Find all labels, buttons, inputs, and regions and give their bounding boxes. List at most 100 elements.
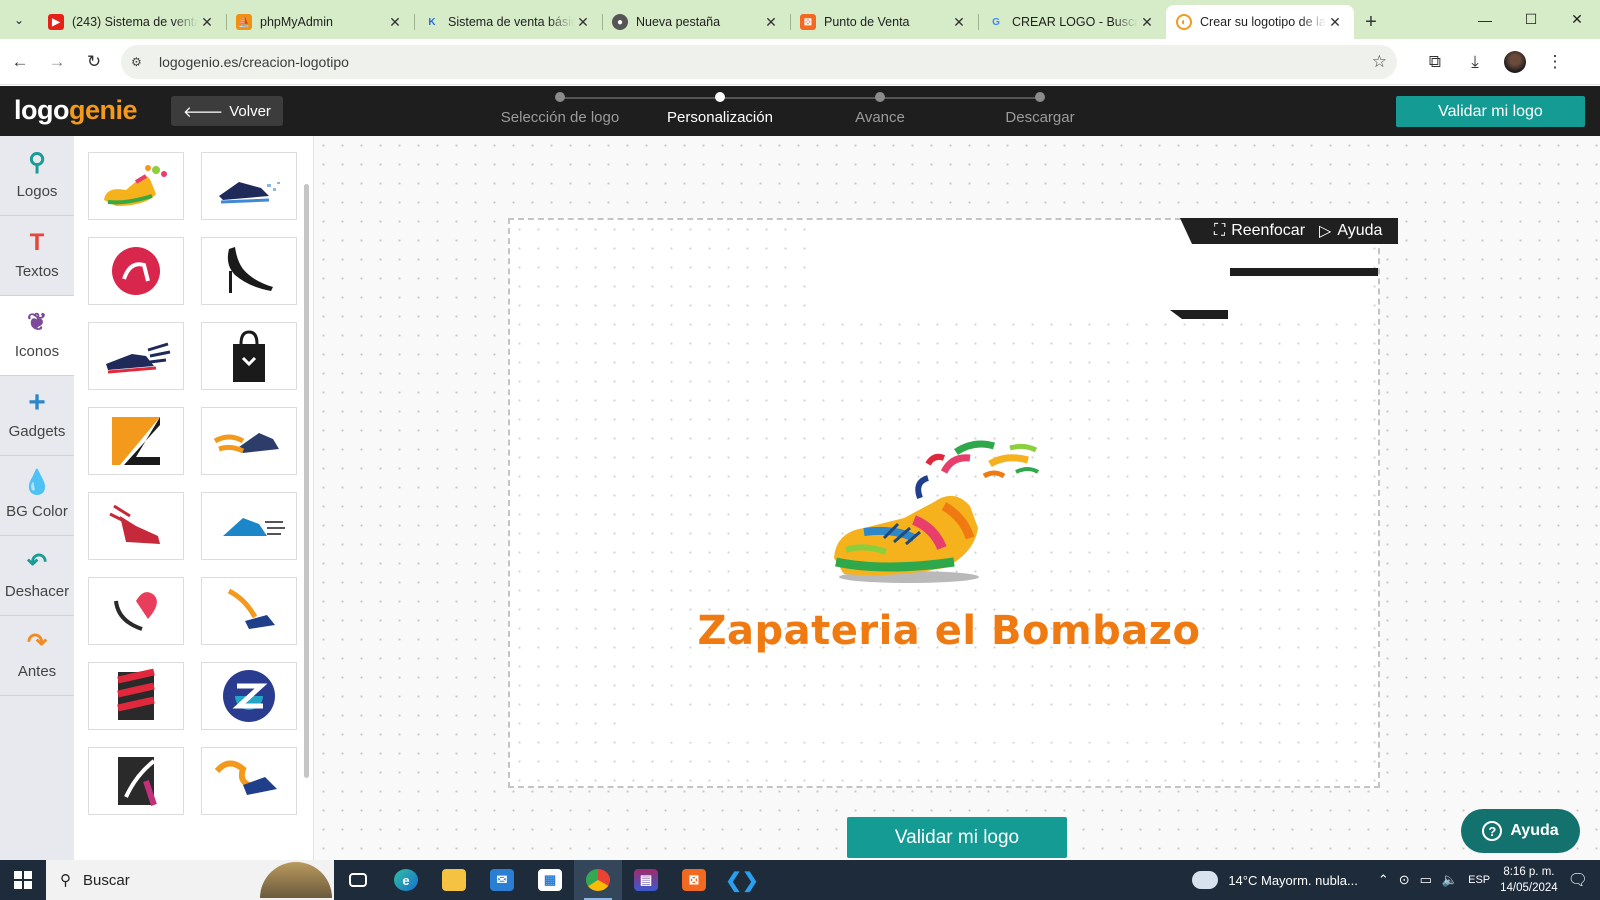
colorful-shoe-icon[interactable] — [88, 152, 184, 220]
mail-icon[interactable]: ✉ — [478, 860, 526, 900]
windows-start-icon[interactable] — [0, 860, 46, 900]
tool-gadgets[interactable]: + Gadgets — [0, 376, 74, 456]
network-icon[interactable]: ▭ — [1420, 872, 1432, 888]
close-tab-icon[interactable]: ✕ — [198, 14, 216, 31]
logogenie-logo[interactable]: logogenie — [14, 95, 138, 126]
forward-arrow-icon[interactable]: → — [40, 45, 74, 79]
bookmark-star-icon[interactable]: ☆ — [1372, 52, 1387, 72]
chrome-taskbar-icon[interactable] — [574, 860, 622, 900]
reload-icon[interactable]: ↻ — [77, 45, 111, 79]
browser-tab[interactable]: K Sistema de venta básico ✕ — [414, 5, 602, 39]
new-tab-button[interactable]: + — [1354, 5, 1388, 39]
system-tray: 14°C Mayorm. nubla... ⌃ ⊙ ▭ 🔈 ESP 8:16 p… — [1192, 864, 1600, 896]
notifications-icon[interactable]: 🗨 — [1568, 870, 1588, 890]
tool-texts[interactable]: T Textos — [0, 216, 74, 296]
avatar — [1504, 50, 1526, 73]
tool-bg-color[interactable]: 💧 BG Color — [0, 456, 74, 536]
minimize-icon[interactable]: — — [1462, 0, 1508, 39]
shopping-bag-icon[interactable] — [201, 322, 297, 390]
back-arrow-icon[interactable]: ← — [3, 45, 37, 79]
validate-logo-button[interactable]: Validar mi logo — [847, 817, 1067, 858]
z-circle-icon[interactable] — [201, 662, 297, 730]
step-preview[interactable]: Avance — [800, 92, 960, 126]
weather-text[interactable]: 14°C Mayorm. nubla... — [1228, 873, 1357, 888]
download-icon[interactable]: ⤓ — [1455, 52, 1495, 72]
url-text[interactable]: logogenio.es/creacion-logotipo — [159, 54, 1372, 70]
validate-logo-button-header[interactable]: Validar mi logo — [1396, 96, 1585, 127]
window-controls: — ☐ ✕ — [1462, 0, 1600, 39]
vscode-icon[interactable]: ❮❯ — [718, 860, 766, 900]
weather-cloud-icon[interactable] — [1192, 866, 1219, 889]
z-letter-icon[interactable] — [88, 407, 184, 475]
extensions-icon[interactable]: ⧉ — [1415, 52, 1455, 72]
language-indicator[interactable]: ESP — [1468, 874, 1490, 886]
file-explorer-icon[interactable] — [430, 860, 478, 900]
flame-sneaker-icon[interactable] — [201, 407, 297, 475]
shoe-logo-graphic[interactable] — [824, 432, 1054, 592]
drop-icon: 💧 — [22, 469, 52, 496]
close-window-icon[interactable]: ✕ — [1554, 0, 1600, 39]
winrar-glyph: ▤ — [634, 869, 658, 891]
close-tab-icon[interactable]: ✕ — [1138, 14, 1156, 31]
golden-wing-shoe-icon[interactable] — [201, 577, 297, 645]
task-view-icon[interactable] — [334, 860, 382, 900]
black-heel-icon[interactable] — [201, 237, 297, 305]
browser-tab[interactable]: ▶ (243) Sistema de venta ✕ — [38, 5, 226, 39]
speed-sneaker-icon[interactable] — [201, 152, 297, 220]
profile-avatar[interactable] — [1495, 50, 1535, 73]
close-tab-icon[interactable]: ✕ — [574, 14, 592, 31]
browser-tab[interactable]: G CREAR LOGO - Buscar ✕ — [978, 5, 1166, 39]
chrome-glyph — [586, 869, 610, 891]
tool-icons[interactable]: ❦ Iconos — [0, 296, 74, 376]
taskbar-search[interactable]: ⚲ Buscar — [46, 860, 334, 900]
icon-grid — [88, 152, 297, 815]
winged-sneaker-icon[interactable] — [88, 322, 184, 390]
tool-undo[interactable]: ↶ Deshacer — [0, 536, 74, 616]
address-bar[interactable]: ⚙ logogenio.es/creacion-logotipo ☆ — [121, 44, 1397, 79]
step-personalization[interactable]: Personalización — [640, 92, 800, 126]
meet-icon[interactable]: ⊙ — [1399, 872, 1410, 888]
chevron-up-icon[interactable]: ⌃ — [1378, 872, 1389, 888]
volume-icon[interactable]: 🔈 — [1442, 872, 1458, 888]
tool-redo[interactable]: ↷ Antes — [0, 616, 74, 696]
panel-scrollbar[interactable] — [304, 184, 309, 778]
step-dot — [875, 92, 885, 102]
site-settings-icon[interactable]: ⚙ — [131, 55, 149, 69]
browser-tab-active[interactable]: ◐ Crear su logotipo de la ✕ — [1166, 5, 1354, 39]
store-icon[interactable]: ▦ — [526, 860, 574, 900]
browser-tab[interactable]: ⊠ Punto de Venta ✕ — [790, 5, 978, 39]
brand-name-text[interactable]: Zapateria el Bombazo — [674, 608, 1224, 654]
step-logo-selection[interactable]: Selección de logo — [480, 92, 640, 126]
arrow-left-icon: 🡐 — [183, 103, 224, 121]
close-tab-icon[interactable]: ✕ — [386, 14, 404, 31]
winged-boot-icon[interactable] — [88, 492, 184, 560]
clock[interactable]: 8:16 p. m. 14/05/2024 — [1500, 864, 1558, 896]
maximize-icon[interactable]: ☐ — [1508, 0, 1554, 39]
edge-icon[interactable]: e — [382, 860, 430, 900]
tool-logos[interactable]: ⚲ Logos — [0, 136, 74, 216]
canvas-help-button[interactable]: ▷ Ayuda — [1319, 221, 1382, 241]
refocus-button[interactable]: ⛶ Reenfocar — [1214, 222, 1305, 240]
menu-kebab-icon[interactable]: ⋮ — [1535, 52, 1575, 72]
browser-tab[interactable]: ● Nueva pestaña ✕ — [602, 5, 790, 39]
tool-sidebar: ⚲ Logos T Textos ❦ Iconos + Gadgets 💧 BG… — [0, 136, 74, 860]
xampp-taskbar-icon[interactable]: ⊠ — [670, 860, 718, 900]
tab-search-button[interactable]: ⌄ — [0, 0, 38, 39]
heart-heel-icon[interactable] — [88, 577, 184, 645]
close-tab-icon[interactable]: ✕ — [950, 14, 968, 31]
blue-sneaker-icon[interactable] — [201, 492, 297, 560]
step-download[interactable]: Descargar — [960, 92, 1120, 126]
browser-tabstrip: ⌄ ▶ (243) Sistema de venta ✕ ⛵ phpMyAdmi… — [0, 0, 1600, 39]
progress-stepper: Selección de logo Personalización Avance… — [480, 92, 1120, 132]
red-heel-circle-icon[interactable] — [88, 237, 184, 305]
winrar-icon[interactable]: ▤ — [622, 860, 670, 900]
pink-heel-square-icon[interactable] — [88, 747, 184, 815]
red-stripes-icon[interactable] — [88, 662, 184, 730]
floating-help-button[interactable]: ? Ayuda — [1461, 809, 1580, 853]
browser-tab[interactable]: ⛵ phpMyAdmin ✕ — [226, 5, 414, 39]
back-button[interactable]: 🡐 Volver — [171, 96, 283, 126]
fire-shoe-icon[interactable] — [201, 747, 297, 815]
close-tab-icon[interactable]: ✕ — [1326, 14, 1344, 31]
youtube-icon: ▶ — [48, 14, 64, 30]
close-tab-icon[interactable]: ✕ — [762, 14, 780, 31]
